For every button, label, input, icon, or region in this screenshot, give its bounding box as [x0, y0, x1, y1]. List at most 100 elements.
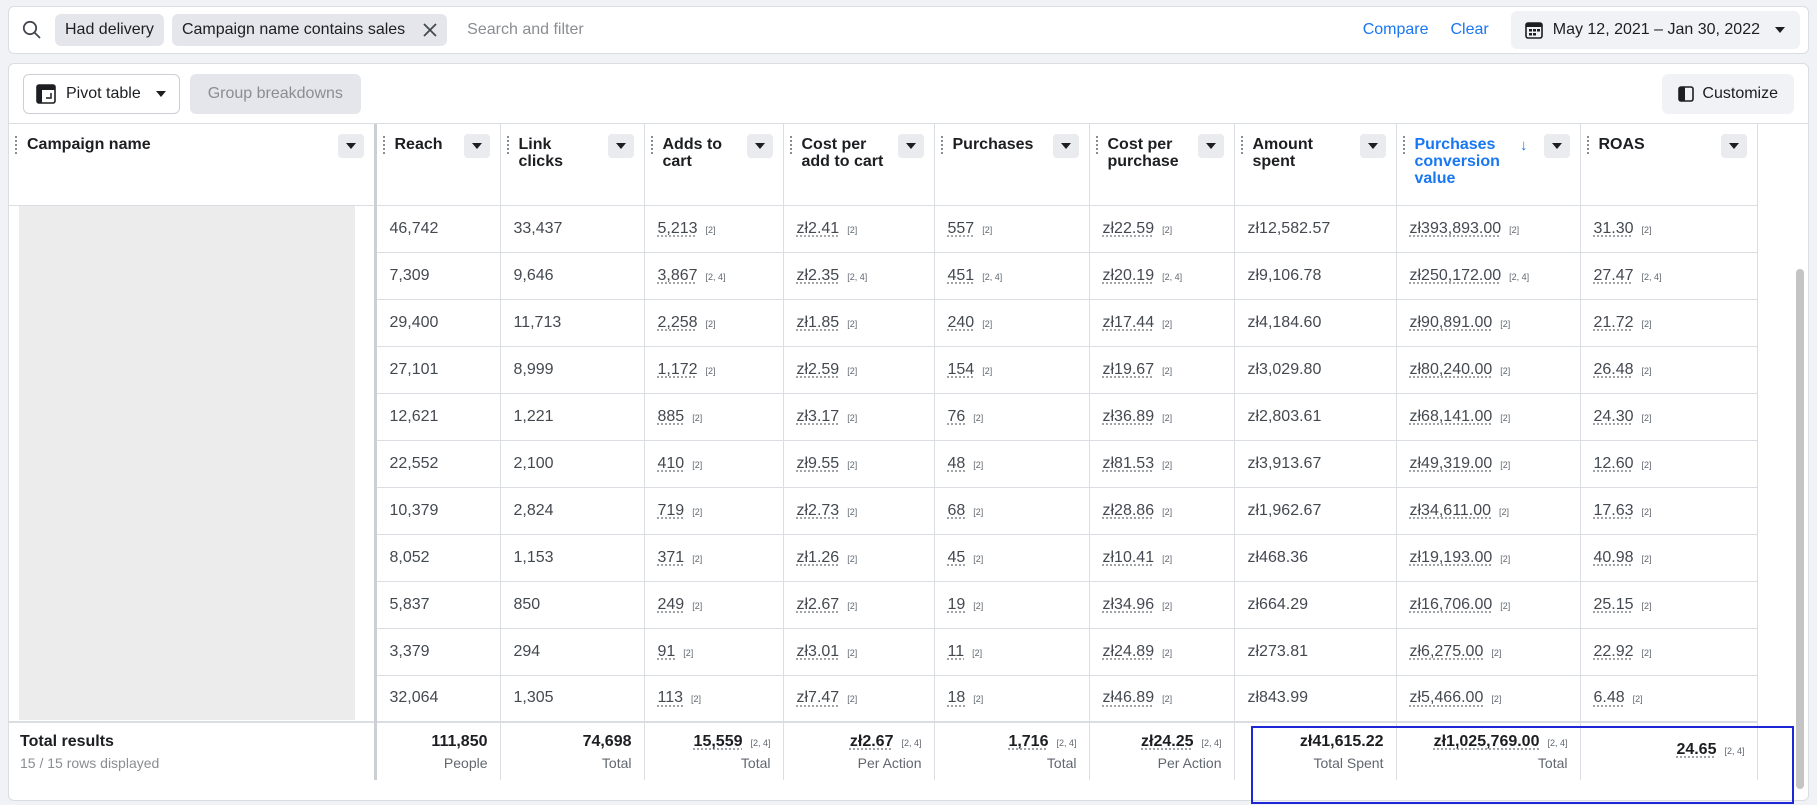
table-row[interactable]: 46,742 33,437 5,213 [2] zł2.41 [2] 557 [2] zł22.…	[9, 205, 1758, 722]
cell-value[interactable]: zł81.53	[1103, 455, 1155, 472]
cell-value[interactable]: 19	[948, 596, 966, 613]
cell-value[interactable]: 113	[658, 689, 684, 706]
cell-value[interactable]: zł34.96	[1103, 596, 1155, 613]
cell-value[interactable]: zł6,275.00	[1410, 643, 1484, 660]
pivot-table-dropdown[interactable]: Pivot table	[23, 73, 180, 114]
cell-value[interactable]: 48	[948, 455, 966, 472]
total-value[interactable]: zł2.67	[850, 733, 894, 750]
cell-value[interactable]: zł3.17	[797, 408, 840, 425]
search-icon[interactable]	[9, 20, 55, 40]
cell-value[interactable]: 45	[948, 549, 966, 566]
drag-handle-icon[interactable]	[1240, 136, 1243, 154]
caret-down-icon[interactable]	[1197, 134, 1224, 158]
cell-value[interactable]: zł16,706.00	[1410, 596, 1493, 613]
group-breakdowns-button[interactable]: Group breakdowns	[189, 73, 361, 114]
cell-value[interactable]: zł393,893.00	[1410, 220, 1502, 237]
search-input[interactable]: Search and filter	[467, 21, 1363, 39]
cell-value[interactable]: zł49,319.00	[1410, 455, 1493, 472]
cell-value[interactable]: zł2.59	[797, 361, 840, 378]
cell-value[interactable]: zł1.85	[797, 314, 840, 331]
cell-value[interactable]: zł28.86	[1103, 502, 1155, 519]
cell-value[interactable]: zł2.67	[797, 596, 840, 613]
cell-value[interactable]: zł17.44	[1103, 314, 1155, 331]
cell-value[interactable]: 154	[948, 361, 975, 378]
clear-link[interactable]: Clear	[1451, 21, 1489, 39]
caret-down-icon[interactable]	[1720, 134, 1747, 158]
cell-value[interactable]: zł68,141.00	[1410, 408, 1493, 425]
column-header-roas[interactable]: ROAS	[1580, 124, 1758, 206]
sort-descending-icon[interactable]: ↓	[1520, 137, 1528, 154]
cell-value[interactable]: zł19,193.00	[1410, 549, 1493, 566]
cell-value[interactable]: zł20.19	[1103, 267, 1155, 284]
cell-value[interactable]: zł2.35	[797, 267, 840, 284]
column-header-cost-per-purchase[interactable]: Cost per purchase	[1089, 124, 1235, 206]
cell-value[interactable]: zł1.26	[797, 549, 840, 566]
caret-down-icon[interactable]	[746, 134, 773, 158]
caret-down-icon[interactable]	[1052, 134, 1079, 158]
column-header-purchases[interactable]: Purchases	[934, 124, 1090, 206]
compare-link[interactable]: Compare	[1363, 21, 1429, 39]
cell-value[interactable]: 451	[948, 267, 975, 284]
column-header-reach[interactable]: Reach	[375, 124, 501, 206]
cell-value[interactable]: zł5,466.00	[1410, 689, 1484, 706]
caret-down-icon[interactable]	[463, 134, 490, 158]
cell-value[interactable]: 1,172	[658, 361, 698, 378]
caret-down-icon[interactable]	[607, 134, 634, 158]
total-value[interactable]: 1,716	[1008, 733, 1048, 750]
cell-value[interactable]: zł90,891.00	[1410, 314, 1493, 331]
cell-value[interactable]: 31.30	[1594, 220, 1634, 237]
cell-value[interactable]: 26.48	[1594, 361, 1634, 378]
cell-value[interactable]: 719	[658, 502, 685, 519]
column-header-amount-spent[interactable]: Amount spent	[1234, 124, 1397, 206]
cell-value[interactable]: zł2.41	[797, 220, 840, 237]
column-header-link-clicks[interactable]: Link clicks	[500, 124, 645, 206]
cell-value[interactable]: 11	[948, 643, 965, 660]
cell-value[interactable]: 12.60	[1594, 455, 1634, 472]
column-header-cost-per-add-to-cart[interactable]: Cost per add to cart	[783, 124, 935, 206]
vertical-scrollbar[interactable]	[1796, 269, 1806, 789]
cell-value[interactable]: 24.30	[1594, 408, 1634, 425]
caret-down-icon[interactable]	[1543, 134, 1570, 158]
cell-value[interactable]: 27.47	[1594, 267, 1634, 284]
cell-value[interactable]: 40.98	[1594, 549, 1634, 566]
cell-value[interactable]: 3,867	[658, 267, 698, 284]
customize-button[interactable]: Customize	[1662, 73, 1794, 114]
cell-value[interactable]: zł34,611.00	[1410, 502, 1492, 519]
cell-value[interactable]: 76	[948, 408, 966, 425]
cell-value[interactable]: zł46.89	[1103, 689, 1155, 706]
cell-value[interactable]: zł24.89	[1103, 643, 1155, 660]
drag-handle-icon[interactable]	[506, 136, 509, 154]
cell-value[interactable]: 21.72	[1594, 314, 1634, 331]
drag-handle-icon[interactable]	[789, 136, 792, 154]
drag-handle-icon[interactable]	[940, 136, 943, 154]
cell-value[interactable]: 371	[658, 549, 685, 566]
cell-value[interactable]: zł10.41	[1103, 549, 1155, 566]
drag-handle-icon[interactable]	[15, 136, 17, 154]
cell-value[interactable]: 5,213	[658, 220, 698, 237]
cell-value[interactable]: zł9.55	[797, 455, 840, 472]
drag-handle-icon[interactable]	[650, 136, 653, 154]
column-header-campaign-name[interactable]: Campaign name	[9, 124, 377, 206]
drag-handle-icon[interactable]	[1586, 136, 1589, 154]
date-range-picker[interactable]: May 12, 2021 – Jan 30, 2022	[1510, 11, 1800, 49]
cell-value[interactable]: zł19.67	[1103, 361, 1155, 378]
cell-value[interactable]: 885	[658, 408, 685, 425]
drag-handle-icon[interactable]	[382, 136, 385, 154]
cell-value[interactable]: 240	[948, 314, 975, 331]
drag-handle-icon[interactable]	[1402, 136, 1405, 154]
total-value[interactable]: zł24.25	[1141, 733, 1193, 750]
cell-value[interactable]: 17.63	[1594, 502, 1634, 519]
cell-value[interactable]: zł36.89	[1103, 408, 1155, 425]
cell-value[interactable]: 25.15	[1594, 596, 1634, 613]
filter-chip-had-delivery[interactable]: Had delivery	[55, 14, 164, 46]
cell-value[interactable]: 22.92	[1594, 643, 1634, 660]
cell-value[interactable]: zł250,172.00	[1410, 267, 1502, 284]
cell-value[interactable]: 249	[658, 596, 685, 613]
cell-value[interactable]: 6.48	[1594, 689, 1625, 706]
cell-value[interactable]: zł80,240.00	[1410, 361, 1493, 378]
cell-value[interactable]: 410	[658, 455, 685, 472]
cell-value[interactable]: 2,258	[658, 314, 698, 331]
caret-down-icon[interactable]	[1359, 134, 1386, 158]
cell-value[interactable]: 557	[948, 220, 975, 237]
drag-handle-icon[interactable]	[1095, 136, 1098, 154]
